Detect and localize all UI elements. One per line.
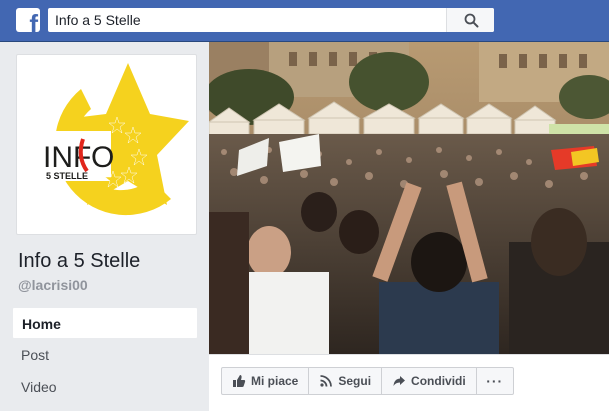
- search-input[interactable]: [48, 8, 446, 32]
- facebook-logo-icon[interactable]: f: [16, 8, 40, 32]
- nav-item-video[interactable]: Video: [12, 371, 198, 403]
- page-action-bar: Mi piace Segui Condividi ···: [209, 354, 609, 411]
- more-options-icon: ···: [486, 373, 504, 389]
- logo-text-o: O: [91, 141, 114, 174]
- page-username[interactable]: @lacrisi00: [18, 277, 88, 293]
- profile-picture[interactable]: INF O 5 STELLE: [16, 54, 197, 235]
- page-name[interactable]: Info a 5 Stelle: [18, 250, 140, 273]
- search-icon: [464, 13, 479, 28]
- logo-subtitle: 5 STELLE: [46, 171, 88, 181]
- follow-button-label: Segui: [338, 374, 372, 388]
- follow-button[interactable]: Segui: [309, 368, 383, 394]
- thumbs-up-icon: [233, 375, 246, 387]
- page-navigation: Home Post Video: [12, 307, 198, 403]
- action-button-group: Mi piace Segui Condividi ···: [221, 367, 514, 395]
- top-navigation-bar: f: [0, 0, 609, 42]
- share-arrow-icon: [393, 376, 406, 386]
- nav-item-home[interactable]: Home: [12, 307, 198, 339]
- search-button[interactable]: [446, 8, 494, 32]
- cover-photo-image: [209, 42, 609, 354]
- info-5-stelle-logo: INF O 5 STELLE: [21, 59, 192, 230]
- facebook-logo-letter: f: [29, 9, 38, 32]
- like-button-label: Mi piace: [251, 374, 299, 388]
- nav-item-post[interactable]: Post: [12, 339, 198, 371]
- more-options-button[interactable]: ···: [477, 368, 513, 394]
- like-button[interactable]: Mi piace: [222, 368, 310, 394]
- share-button[interactable]: Condividi: [382, 368, 477, 394]
- rss-follow-icon: [320, 375, 333, 387]
- share-button-label: Condividi: [411, 374, 466, 388]
- cover-photo[interactable]: [209, 42, 609, 354]
- search-box: [48, 8, 494, 32]
